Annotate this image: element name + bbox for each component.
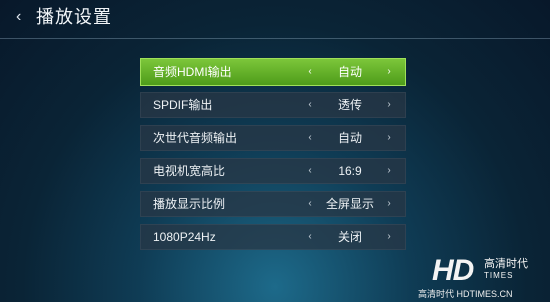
- chevron-left-icon[interactable]: ‹: [305, 126, 315, 150]
- chevron-left-icon[interactable]: ‹: [305, 93, 315, 117]
- setting-value: 自动: [337, 65, 362, 79]
- watermark-logo: HD 高清时代 TIMES 高清时代 HDTIMES.CN: [418, 254, 550, 302]
- chevron-left-icon[interactable]: ‹: [305, 225, 315, 249]
- chevron-right-icon[interactable]: ›: [384, 192, 394, 216]
- page-title: 播放设置: [36, 7, 112, 27]
- chevron-right-icon[interactable]: ›: [384, 225, 394, 249]
- setting-row-next-gen-audio-output[interactable]: 次世代音频输出 ‹ 自动 ›: [140, 125, 406, 151]
- chevron-right-icon[interactable]: ›: [384, 93, 394, 117]
- back-chevron-left-icon[interactable]: ‹: [16, 8, 30, 26]
- setting-label: 次世代音频输出: [153, 131, 238, 145]
- setting-label: 1080P24Hz: [153, 230, 216, 244]
- setting-label: SPDIF输出: [153, 98, 213, 112]
- chevron-right-icon[interactable]: ›: [384, 59, 394, 85]
- setting-value: 全屏显示: [325, 197, 374, 211]
- brand-cn-text: 高清时代: [484, 258, 528, 270]
- setting-value: 关闭: [337, 230, 362, 244]
- setting-value: 自动: [337, 131, 362, 145]
- setting-label: 音频HDMI输出: [153, 65, 232, 79]
- chevron-right-icon[interactable]: ›: [384, 126, 394, 150]
- settings-list: 音频HDMI输出 ‹ 自动 › SPDIF输出 ‹ 透传 › 次世代音频输出 ‹…: [140, 58, 406, 257]
- header-bar: ‹ 播放设置: [0, 0, 550, 38]
- setting-row-spdif-output[interactable]: SPDIF输出 ‹ 透传 ›: [140, 92, 406, 118]
- setting-row-display-ratio[interactable]: 播放显示比例 ‹ 全屏显示 ›: [140, 191, 406, 217]
- setting-label: 播放显示比例: [153, 197, 226, 211]
- header-divider: [0, 38, 550, 39]
- chevron-left-icon[interactable]: ‹: [305, 192, 315, 216]
- brand-en-text: TIMES: [484, 271, 514, 280]
- setting-value: 透传: [337, 98, 362, 112]
- watermark-url: 高清时代 HDTIMES.CN: [418, 289, 513, 299]
- hd-logo: HD: [432, 254, 474, 287]
- setting-label: 电视机宽高比: [153, 164, 226, 178]
- chevron-left-icon[interactable]: ‹: [305, 159, 315, 183]
- setting-row-1080p24hz[interactable]: 1080P24Hz ‹ 关闭 ›: [140, 224, 406, 250]
- setting-value: 16:9: [338, 164, 362, 178]
- chevron-right-icon[interactable]: ›: [384, 159, 394, 183]
- chevron-left-icon[interactable]: ‹: [305, 59, 315, 85]
- setting-row-tv-aspect-ratio[interactable]: 电视机宽高比 ‹ 16:9 ›: [140, 158, 406, 184]
- setting-row-hdmi-audio-output[interactable]: 音频HDMI输出 ‹ 自动 ›: [140, 58, 406, 86]
